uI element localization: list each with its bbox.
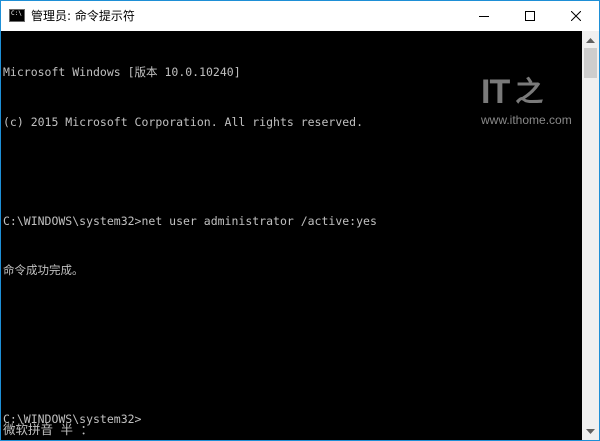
cmd-icon[interactable]: C:\ — [9, 9, 25, 22]
ithome-url: www.ithome.com — [481, 113, 572, 127]
scroll-up-button[interactable] — [582, 31, 599, 48]
vertical-scrollbar[interactable] — [582, 31, 599, 440]
chevron-up-icon — [586, 37, 595, 43]
close-icon — [571, 11, 581, 21]
maximize-icon — [525, 11, 535, 21]
ithome-logo: IT 之 — [481, 75, 543, 109]
ithome-watermark: IT 之 www.ithome.com — [481, 75, 572, 135]
minimize-button[interactable] — [461, 1, 507, 31]
ime-status-bar: 微软拼音 半 ： — [3, 422, 94, 437]
console-line-command: C:\WINDOWS\system32>net user administrat… — [3, 213, 377, 228]
console-line-result: 命令成功完成。 — [3, 263, 84, 277]
console-area[interactable]: Microsoft Windows [版本 10.0.10240] (c) 20… — [1, 31, 599, 440]
cmd-icon-prompt: C:\ — [11, 10, 22, 17]
scroll-thumb[interactable] — [584, 48, 597, 78]
minimize-icon — [479, 16, 489, 17]
command-prompt-window: C:\ 管理员: 命令提示符 Microsoft Windows [版本 10.… — [0, 0, 600, 441]
title-bar[interactable]: C:\ 管理员: 命令提示符 — [1, 1, 599, 31]
ithome-logo-glyph: 之 — [515, 75, 544, 108]
maximize-button[interactable] — [507, 1, 553, 31]
scroll-down-button[interactable] — [582, 423, 599, 440]
chevron-down-icon — [586, 428, 595, 434]
ithome-logo-text: IT — [481, 73, 510, 111]
close-button[interactable] — [553, 1, 599, 31]
window-title: 管理员: 命令提示符 — [31, 9, 135, 23]
